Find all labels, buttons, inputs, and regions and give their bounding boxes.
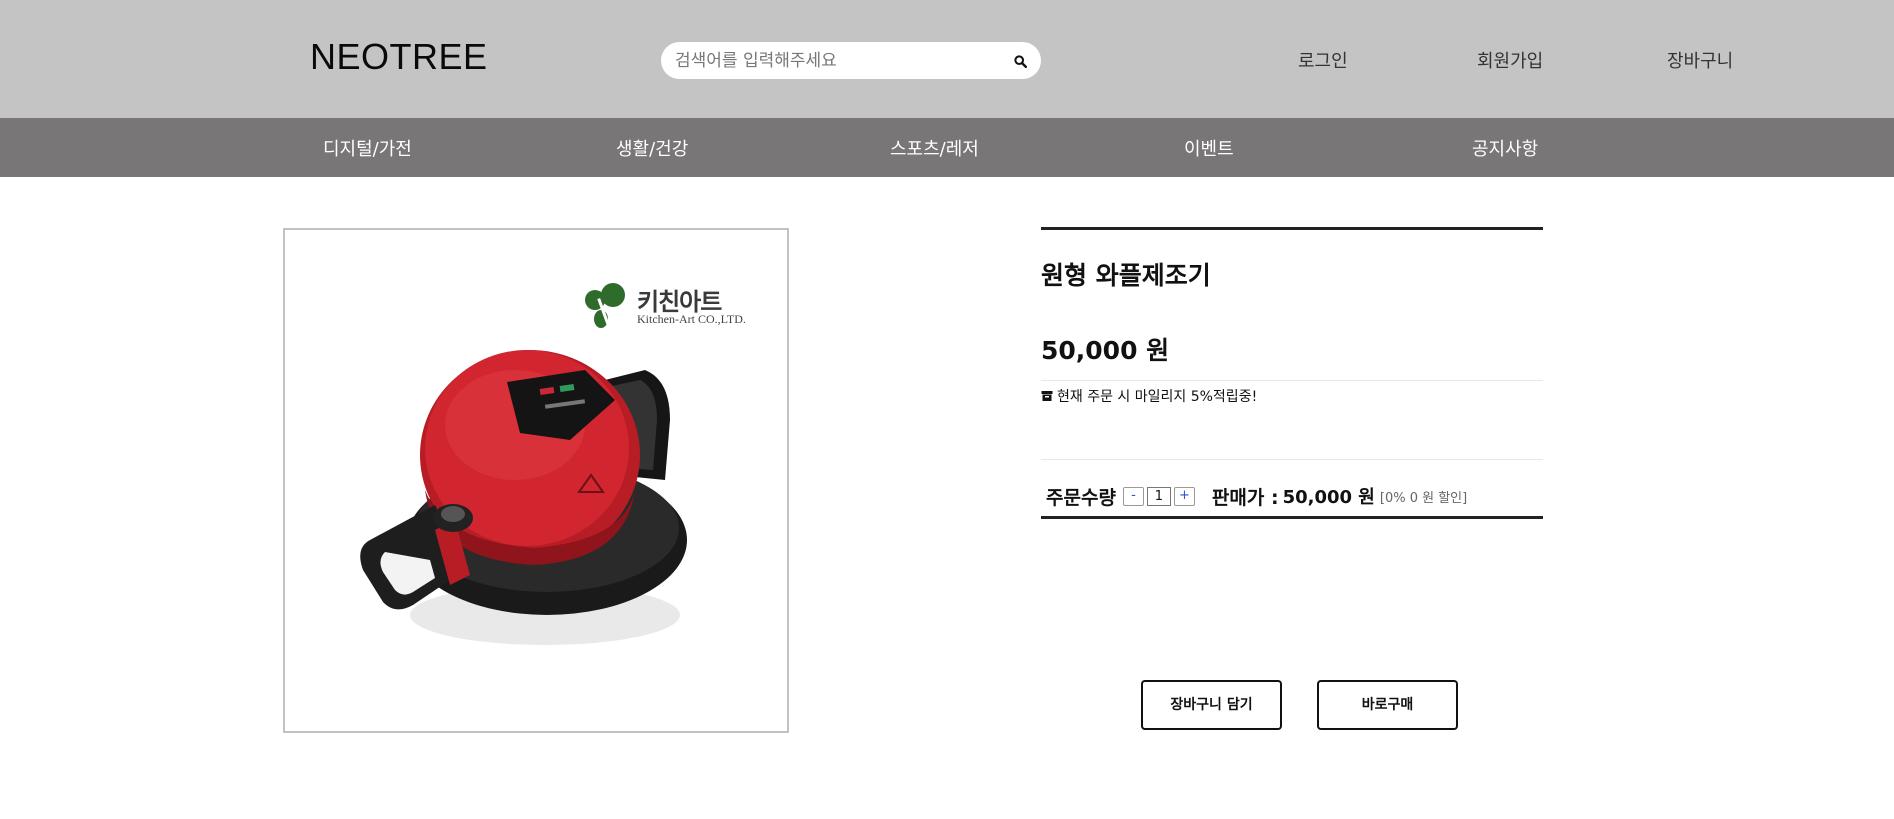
- waffle-maker-illustration: [360, 350, 687, 645]
- nav-item-notice[interactable]: 공지사항: [1472, 135, 1538, 161]
- info-divider-top: [1041, 227, 1543, 230]
- discount-text: [0% 0 원 할인]: [1379, 490, 1468, 506]
- search-box: [661, 42, 1041, 79]
- quantity-plus-button[interactable]: +: [1173, 486, 1195, 506]
- buy-now-button[interactable]: 바로구매: [1317, 680, 1458, 730]
- search-icon: [1013, 54, 1027, 68]
- search-button[interactable]: [1009, 50, 1031, 72]
- quantity-label: 주문수량: [1046, 486, 1116, 509]
- quantity-input[interactable]: [1146, 486, 1171, 506]
- signup-link[interactable]: 회원가입: [1477, 47, 1543, 73]
- site-logo[interactable]: NEOTREE: [310, 36, 488, 78]
- sale-price: 50,000 원: [1282, 487, 1375, 508]
- nav-item-sports[interactable]: 스포츠/레저: [890, 135, 979, 161]
- product-title: 원형 와플제조기: [1041, 261, 1211, 290]
- info-divider-bottom: [1041, 516, 1543, 519]
- add-to-cart-button[interactable]: 장바구니 담기: [1141, 680, 1282, 730]
- box-icon: [1041, 391, 1053, 401]
- quantity-minus-button[interactable]: -: [1122, 486, 1144, 506]
- mileage-notice: 현재 주문 시 마일리지 5%적립중!: [1041, 386, 1257, 406]
- divider: [1041, 380, 1543, 381]
- search-input[interactable]: [675, 42, 995, 79]
- nav-item-living[interactable]: 생활/건강: [616, 135, 688, 161]
- nav-item-digital[interactable]: 디지털/가전: [323, 135, 412, 161]
- nav-item-event[interactable]: 이벤트: [1184, 135, 1234, 161]
- top-header: NEOTREE 로그인 회원가입 장바구니: [0, 0, 1894, 118]
- product-price: 50,000 원: [1041, 336, 1170, 365]
- cart-link[interactable]: 장바구니: [1667, 47, 1733, 73]
- product-image: 키친아트 Kitchen-Art CO.,LTD.: [283, 228, 789, 733]
- sale-price-label: 판매가 :: [1211, 486, 1279, 509]
- category-nav: 디지털/가전 생활/건강 스포츠/레저 이벤트 공지사항: [0, 118, 1894, 177]
- mileage-text: 현재 주문 시 마일리지 5%적립중!: [1057, 389, 1258, 405]
- quantity-row: 주문수량 - + 판매가 : 50,000 원 [0% 0 원 할인]: [1046, 483, 1467, 509]
- divider: [1041, 459, 1543, 460]
- login-link[interactable]: 로그인: [1298, 47, 1348, 73]
